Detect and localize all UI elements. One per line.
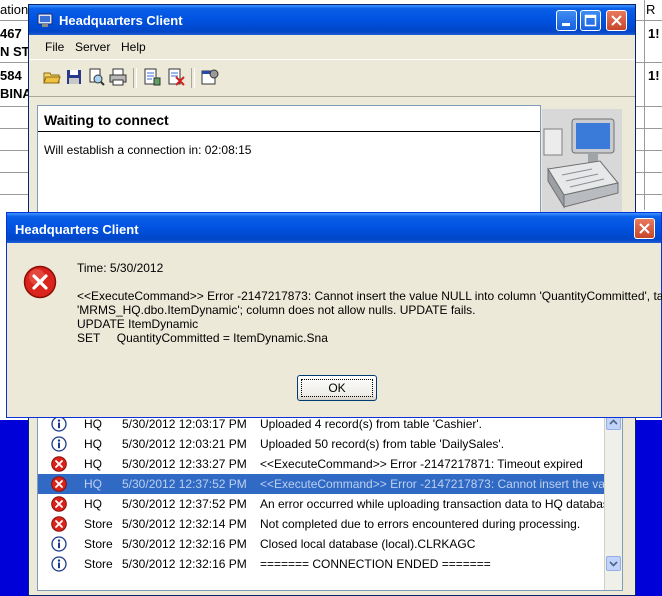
printer-icon[interactable]	[109, 68, 127, 86]
message-error-line: <<ExecuteCommand>> Error -2147217873: Ca…	[77, 289, 662, 303]
properties-icon[interactable]	[201, 68, 219, 86]
error-icon	[51, 496, 67, 512]
log-source: Store	[84, 517, 113, 531]
maximize-button[interactable]	[580, 10, 601, 31]
menu-bar: File Server Help	[29, 37, 635, 57]
bg-cell: 467	[0, 26, 22, 41]
message-time: Time: 5/30/2012	[77, 261, 164, 275]
log-source: Store	[84, 537, 113, 551]
log-time: 5/30/2012 12:03:21 PM	[122, 437, 247, 451]
log-message: Closed local database (local).CLRKAGC	[260, 537, 476, 551]
open-folder-icon[interactable]	[43, 68, 61, 86]
close-icon	[611, 15, 622, 26]
toolbar	[29, 59, 635, 97]
log-message: Uploaded 50 record(s) from table 'DailyS…	[260, 437, 505, 451]
log-source: HQ	[84, 477, 102, 491]
error-dialog: Headquarters Client Time: 5/30/2012 <<Ex…	[6, 212, 662, 418]
log-row[interactable]: Store 5/30/2012 12:32:16 PM Closed local d…	[38, 534, 604, 554]
connection-status-panel: Waiting to connect Will establish a conn…	[37, 105, 541, 219]
info-icon	[51, 436, 67, 452]
log-message: Not completed due to errors encountered …	[260, 517, 581, 531]
minimize-button[interactable]	[556, 10, 577, 31]
error-icon	[51, 476, 67, 492]
toolbar-separator	[133, 68, 137, 88]
app-icon	[37, 13, 53, 27]
status-heading: Waiting to connect	[38, 106, 540, 132]
log-row[interactable]: Store 5/30/2012 12:32:14 PM Not completed …	[38, 514, 604, 534]
minimize-icon	[562, 23, 570, 26]
message-sql-line: UPDATE ItemDynamic	[77, 317, 199, 331]
log-time: 5/30/2012 12:33:27 PM	[122, 457, 247, 471]
log-time: 5/30/2012 12:37:52 PM	[122, 477, 247, 491]
bg-header-cell: ation	[0, 2, 29, 17]
log-scrollbar[interactable]	[604, 414, 622, 590]
menu-file[interactable]: File	[45, 40, 64, 54]
error-icon	[51, 456, 67, 472]
close-icon	[639, 223, 650, 234]
chevron-down-icon	[609, 561, 618, 567]
bg-header-cell: R	[646, 2, 656, 17]
pos-terminal-icon	[542, 109, 622, 219]
bg-cell: BINA	[0, 86, 32, 101]
status-countdown: Will establish a connection in: 02:08:15	[44, 143, 252, 157]
bg-cell: 1!	[648, 26, 660, 41]
log-time: 5/30/2012 12:03:17 PM	[122, 417, 247, 431]
bg-cell: N ST	[0, 44, 30, 59]
log-row[interactable]: HQ 5/30/2012 12:37:52 PM An error occurred…	[38, 494, 616, 514]
log-row[interactable]: HQ 5/30/2012 12:03:21 PM Uploaded 50 recor…	[38, 434, 604, 454]
window-title: Headquarters Client	[59, 13, 183, 28]
log-source: HQ	[84, 437, 102, 451]
log-source: HQ	[84, 497, 102, 511]
info-icon	[51, 536, 67, 552]
bg-cell: 584	[0, 68, 22, 83]
dialog-title: Headquarters Client	[15, 222, 139, 237]
activity-log-list[interactable]: HQ 5/30/2012 12:03:17 PM Uploaded 4 record…	[37, 413, 623, 591]
log-message: ======= CONNECTION ENDED =======	[260, 557, 491, 571]
message-error-line: 'MRMS_HQ.dbo.ItemDynamic'; column does n…	[77, 303, 476, 317]
menu-server[interactable]: Server	[75, 40, 110, 54]
log-row[interactable]: Store 5/30/2012 12:32:16 PM ======= CONNEC…	[38, 554, 604, 574]
log-time: 5/30/2012 12:32:14 PM	[122, 517, 247, 531]
scroll-down-button[interactable]	[606, 556, 621, 571]
log-row[interactable]: HQ 5/30/2012 12:33:27 PM <<ExecuteCommand>…	[38, 454, 604, 474]
save-icon[interactable]	[65, 68, 83, 86]
menu-help[interactable]: Help	[121, 40, 146, 54]
log-source: Store	[84, 557, 113, 571]
bg-blue-panel	[636, 420, 662, 596]
log-time: 5/30/2012 12:37:52 PM	[122, 497, 247, 511]
dialog-close-button[interactable]	[634, 218, 655, 239]
worksheet-icon[interactable]	[143, 68, 161, 86]
error-icon	[51, 516, 67, 532]
delete-worksheet-icon[interactable]	[167, 68, 185, 86]
info-icon	[51, 416, 67, 432]
bg-cell: 1!	[648, 68, 660, 83]
window-titlebar[interactable]: Headquarters Client	[29, 5, 635, 35]
log-time: 5/30/2012 12:32:16 PM	[122, 557, 247, 571]
log-message: An error occurred while uploading transa…	[260, 497, 616, 511]
bg-blue-panel	[0, 420, 28, 596]
info-icon	[51, 556, 67, 572]
print-preview-icon[interactable]	[87, 68, 105, 86]
log-time: 5/30/2012 12:32:16 PM	[122, 537, 247, 551]
log-source: HQ	[84, 457, 102, 471]
maximize-icon	[584, 14, 597, 27]
toolbar-separator	[191, 68, 195, 88]
log-message: <<ExecuteCommand>> Error -2147217873: Ca…	[260, 477, 621, 491]
error-icon	[23, 265, 57, 299]
dialog-titlebar[interactable]: Headquarters Client	[7, 213, 661, 243]
ok-button[interactable]: OK	[297, 375, 377, 401]
log-message: Uploaded 4 record(s) from table 'Cashier…	[260, 417, 483, 431]
log-source: HQ	[84, 417, 102, 431]
log-row[interactable]: HQ 5/30/2012 12:37:52 PM <<ExecuteCommand>…	[38, 474, 621, 494]
log-message: <<ExecuteCommand>> Error -2147217871: Ti…	[260, 457, 583, 471]
dialog-message: Time: 5/30/2012 <<ExecuteCommand>> Error…	[77, 261, 662, 345]
close-button[interactable]	[606, 10, 627, 31]
message-sql-line: SET QuantityCommitted = ItemDynamic.Sna	[77, 331, 328, 345]
